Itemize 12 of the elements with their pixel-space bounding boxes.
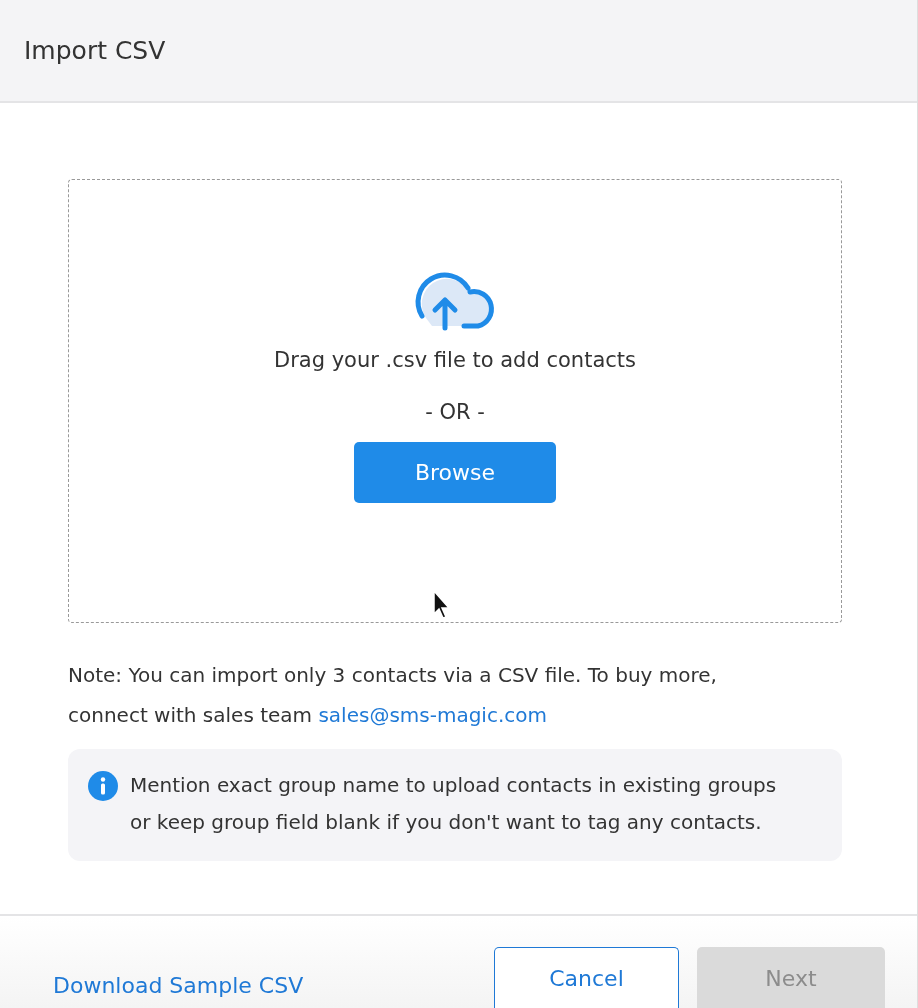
mouse-cursor-icon (433, 590, 451, 620)
browse-button[interactable]: Browse (354, 442, 556, 503)
or-separator: - OR - (425, 400, 485, 424)
email-link[interactable]: sales@sms-magic.com (318, 703, 547, 727)
info-icon (88, 771, 118, 801)
drop-prompt: Drag your .csv file to add contacts (274, 348, 636, 372)
drop-zone[interactable]: Drag your .csv file to add contacts - OR - Browse (68, 179, 842, 623)
cancel-button[interactable]: Cancel (494, 947, 679, 1008)
info-text: Mention exact group name to upload contacts in existing groups or keep group field blank if you don't want to tag any contacts. (130, 772, 778, 836)
dialog-title: Import CSV (24, 36, 166, 65)
download-sample-link[interactable]: Download Sample CSV (53, 973, 304, 1008)
import-note: Note: You can import only 3 contacts via a CSV file. To buy more, connect with sales team sales@sms-magic.com (68, 662, 718, 729)
